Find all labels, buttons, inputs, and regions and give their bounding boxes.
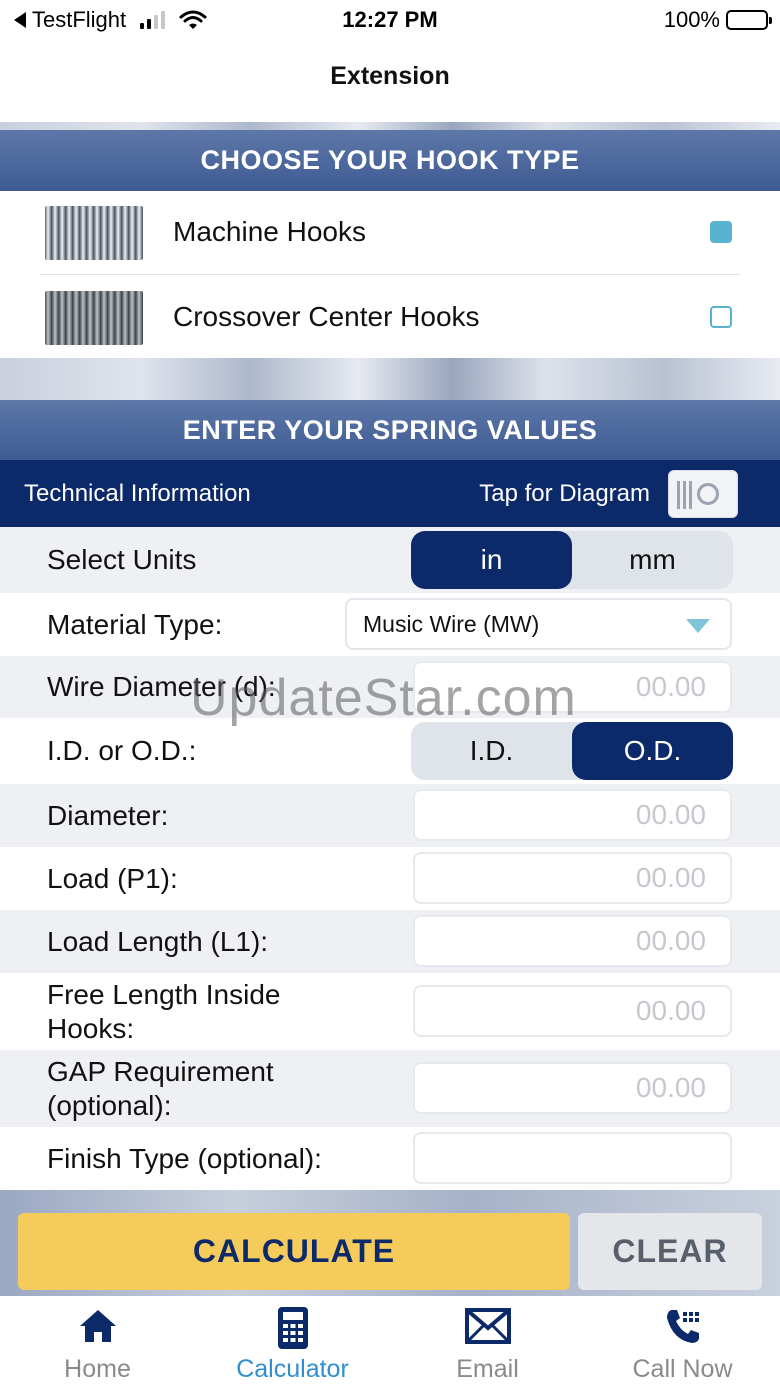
diameter-row: Diameter: 00.00 [0,784,780,847]
values-section-title: ENTER YOUR SPRING VALUES [0,400,780,460]
tab-bar: Home Calculator Email Call Now [0,1296,780,1387]
gap-label: GAP Requirement (optional): [47,1055,274,1123]
gap-label-line1: GAP Requirement [47,1056,274,1087]
hook-option-crossover[interactable]: Crossover Center Hooks [0,276,780,360]
tab-calculator[interactable]: Calculator [195,1296,390,1387]
technical-information-bar[interactable]: Technical Information Tap for Diagram [0,460,780,527]
email-icon [464,1308,511,1344]
finish-row: Finish Type (optional): [0,1127,780,1190]
free-length-row: Free Length Inside Hooks: 00.00 [0,973,780,1050]
load-label: Load (P1): [47,863,178,894]
diagram-thumbnail-icon[interactable] [668,470,738,518]
id-option[interactable]: I.D. [411,722,572,780]
battery-icon [726,10,772,30]
hook-option-machine[interactable]: Machine Hooks [0,191,780,275]
battery-percent: 100% [663,7,720,32]
tap-for-diagram-label[interactable]: Tap for Diagram [479,480,650,508]
id-od-segmented-control[interactable]: I.D. O.D. [411,722,733,780]
battery-status: 100% [663,7,772,33]
material-select[interactable]: Music Wire (MW) [345,598,732,650]
free-length-label-line2: Hooks: [47,1013,135,1044]
calculate-button[interactable]: CALCULATE [18,1213,570,1290]
banner-texture [0,122,780,130]
material-value: Music Wire (MW) [363,611,540,637]
gap-label-line2: (optional): [47,1090,172,1121]
load-length-row: Load Length (L1): 00.00 [0,910,780,973]
home-icon [79,1310,116,1342]
material-row: Material Type: Music Wire (MW) [0,593,780,656]
calculator-icon [277,1307,308,1349]
diameter-label: Diameter: [47,800,169,831]
free-length-label: Free Length Inside Hooks: [47,978,281,1046]
finish-label: Finish Type (optional): [47,1143,322,1174]
hook-option-label: Machine Hooks [173,216,366,247]
tab-label: Call Now [632,1355,733,1383]
units-row: Select Units in mm [0,527,780,593]
divider [40,274,740,275]
tab-call-now[interactable]: Call Now [585,1296,780,1387]
id-od-label: I.D. or O.D.: [47,735,197,766]
diameter-input[interactable]: 00.00 [413,789,732,841]
hook-section-title: CHOOSE YOUR HOOK TYPE [0,130,780,191]
od-option[interactable]: O.D. [572,722,733,780]
free-length-input[interactable]: 00.00 [413,985,732,1037]
gap-input[interactable]: 00.00 [413,1062,732,1114]
units-segmented-control[interactable]: in mm [411,531,733,589]
tab-label: Email [456,1355,519,1383]
load-row: Load (P1): 00.00 [0,847,780,910]
banner-texture [0,358,780,400]
status-bar: TestFlight 12:27 PM 100% [0,0,780,42]
gap-row: GAP Requirement (optional): 00.00 [0,1050,780,1127]
load-length-label: Load Length (L1): [47,926,269,957]
technical-info-label: Technical Information [24,480,251,507]
finish-input[interactable] [413,1132,732,1184]
tab-home[interactable]: Home [0,1296,195,1387]
units-label: Select Units [47,544,197,575]
checkbox-machine-hooks[interactable] [710,221,732,243]
phone-icon [666,1310,699,1343]
clear-button[interactable]: CLEAR [578,1213,762,1290]
tab-email[interactable]: Email [390,1296,585,1387]
hook-option-label: Crossover Center Hooks [173,301,480,332]
free-length-label-line1: Free Length Inside [47,979,281,1010]
crossover-hook-image [45,291,143,345]
units-option-mm[interactable]: mm [572,531,733,589]
tab-label: Calculator [236,1355,349,1383]
dropdown-arrow-icon [686,619,710,633]
tab-label: Home [64,1355,131,1383]
watermark: UpdateStar.com [190,669,577,727]
checkbox-crossover-hooks[interactable] [710,306,732,328]
page-title: Extension [330,62,450,90]
load-length-input[interactable]: 00.00 [413,915,732,967]
units-option-in[interactable]: in [411,531,572,589]
load-input[interactable]: 00.00 [413,852,732,904]
machine-hook-image [45,206,143,260]
material-label: Material Type: [47,609,223,640]
